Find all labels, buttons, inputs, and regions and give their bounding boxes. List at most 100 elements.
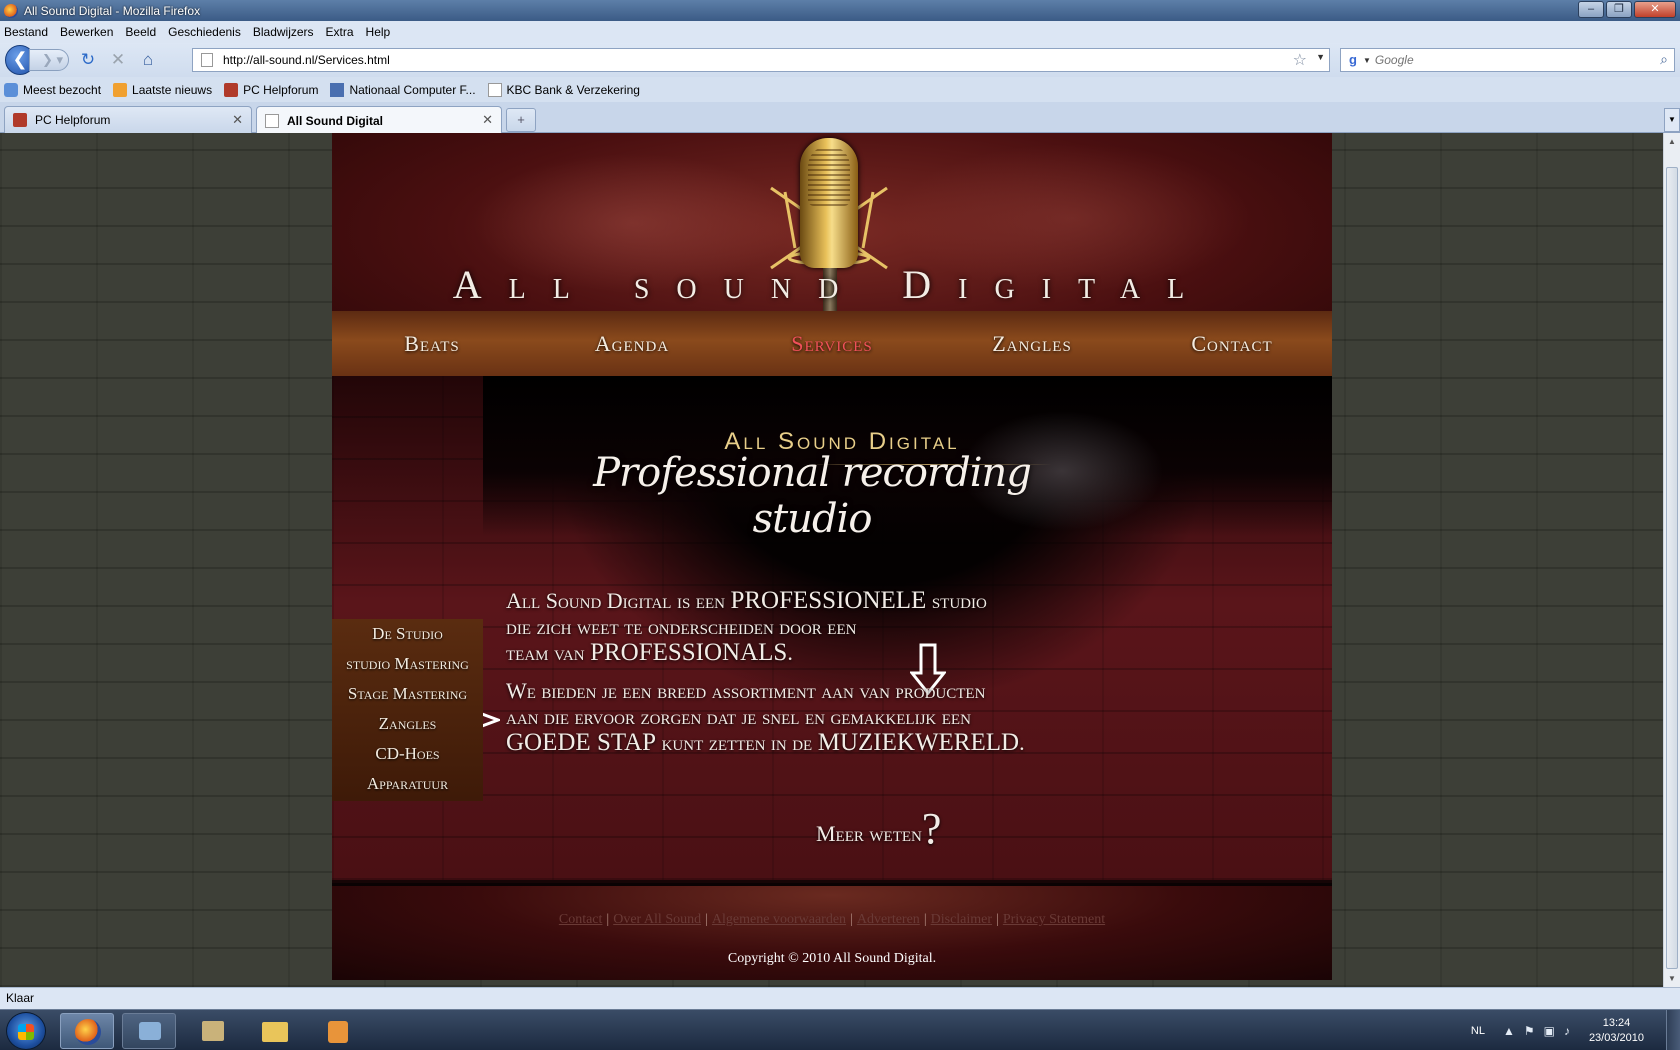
submenu-stage-mastering[interactable]: Stage Mastering: [332, 679, 483, 709]
text: studio: [931, 588, 987, 613]
clock-date: 23/03/2010: [1588, 1031, 1644, 1044]
separator: |: [996, 912, 999, 927]
stop-icon[interactable]: ✕: [107, 49, 129, 71]
submenu-cd-hoes[interactable]: CD-Hoes: [332, 739, 483, 769]
menu-geschiedenis[interactable]: Geschiedenis: [168, 25, 241, 39]
logo-script-text: Professional recording studio: [593, 450, 1032, 542]
flag-icon[interactable]: ⚑: [1524, 1024, 1535, 1038]
bookmark-star-icon[interactable]: ☆: [1293, 50, 1307, 70]
menu-bewerken[interactable]: Bewerken: [60, 25, 113, 39]
firefox-icon: [4, 3, 18, 18]
footer-link-contact[interactable]: Contact: [559, 912, 603, 927]
reload-icon[interactable]: ↻: [77, 49, 99, 71]
nav-agenda[interactable]: Agenda: [532, 311, 732, 376]
submenu-apparatuur[interactable]: Apparatuur: [332, 769, 483, 799]
tray-expand-icon[interactable]: ▲: [1503, 1024, 1515, 1038]
question-mark: ?: [921, 804, 942, 853]
taskbar-app-icon[interactable]: [186, 1013, 240, 1049]
language-indicator[interactable]: NL: [1471, 1025, 1485, 1037]
bookmark-meest-bezocht[interactable]: Meest bezocht: [4, 82, 102, 97]
bookmark-pc-helpforum[interactable]: PC Helpforum: [224, 82, 318, 97]
maximize-button[interactable]: ❐: [1606, 1, 1632, 18]
menu-bar: Bestand Bewerken Beeld Geschiedenis Blad…: [0, 21, 1680, 43]
footer-link-disclaimer[interactable]: Disclaimer: [931, 912, 992, 927]
taskbar-media-player-icon[interactable]: [310, 1013, 364, 1049]
bookmark-label: Laatste nieuws: [132, 82, 213, 97]
bookmark-label: Meest bezocht: [23, 82, 102, 97]
text-emphasis: PROFESSIONALS: [590, 639, 788, 666]
tab-pc-helpforum[interactable]: PC Helpforum ✕: [4, 106, 252, 133]
nav-beats[interactable]: Beats: [332, 311, 532, 376]
address-bar[interactable]: http://all-sound.nl/Services.html ☆ ▼: [192, 48, 1330, 72]
website: All sound Digital Beats Agenda Services …: [332, 133, 1332, 980]
url-text[interactable]: http://all-sound.nl/Services.html: [223, 53, 390, 67]
tab-list-icon[interactable]: ▼: [1664, 108, 1680, 132]
url-dropdown-icon[interactable]: ▼: [1316, 52, 1325, 62]
submenu-studio-mastering[interactable]: studio Mastering: [332, 649, 483, 679]
show-desktop-button[interactable]: [1666, 1010, 1680, 1050]
close-window-button[interactable]: ✕: [1634, 1, 1676, 18]
site-header: All sound Digital Beats Agenda Services …: [332, 133, 1332, 376]
rss-feed-icon: [113, 82, 128, 97]
submenu-zangles[interactable]: Zangles: [332, 709, 483, 739]
footer-link-privacy-statement[interactable]: Privacy Statement: [1003, 912, 1105, 927]
nav-contact[interactable]: Contact: [1132, 311, 1332, 376]
minimize-button[interactable]: –: [1578, 1, 1604, 18]
text: We bieden je een breed assortiment aan v…: [506, 678, 986, 703]
forward-button[interactable]: ❯ ▾: [29, 49, 69, 71]
status-bar: Klaar: [0, 987, 1680, 1009]
window-titlebar: All Sound Digital - Mozilla Firefox – ❐ …: [0, 0, 1680, 21]
bookmark-laatste-nieuws[interactable]: Laatste nieuws: [113, 82, 213, 97]
text: team van: [506, 640, 585, 665]
site-title: All sound Digital: [452, 262, 1212, 307]
search-input[interactable]: [1374, 53, 1645, 67]
taskbar-explorer-icon[interactable]: [248, 1013, 302, 1049]
menu-bladwijzers[interactable]: Bladwijzers: [253, 25, 314, 39]
search-icon[interactable]: ⌕: [1660, 51, 1668, 68]
scroll-up-icon[interactable]: ▲: [1664, 133, 1680, 150]
taskbar-network-icon[interactable]: [122, 1013, 176, 1049]
text: .: [787, 640, 793, 665]
pc-helpforum-icon: [13, 113, 27, 127]
separator: |: [850, 912, 853, 927]
home-icon[interactable]: ⌂: [137, 49, 159, 71]
volume-icon[interactable]: ♪: [1564, 1024, 1570, 1038]
search-bar[interactable]: g ▼ ⌕: [1340, 48, 1675, 72]
nav-services[interactable]: Services: [732, 311, 932, 376]
products-paragraph: We bieden je een breed assortiment aan v…: [506, 678, 1025, 756]
bookmark-kbc[interactable]: KBC Bank & Verzekering: [487, 82, 640, 97]
tab-all-sound-digital[interactable]: All Sound Digital ✕: [256, 106, 502, 134]
clock-time: 13:24: [1602, 1016, 1631, 1029]
text-emphasis: MUZIEKWERELD: [817, 729, 1020, 756]
text-emphasis: PROFESSIONELE: [730, 587, 927, 614]
start-button[interactable]: [6, 1012, 46, 1050]
close-tab-icon[interactable]: ✕: [232, 112, 243, 128]
scrollbar-thumb[interactable]: [1666, 167, 1678, 969]
submenu-de-studio[interactable]: De Studio: [332, 619, 483, 649]
tab-label: PC Helpforum: [35, 113, 111, 127]
bookmarks-toolbar: Meest bezocht Laatste nieuws PC Helpforu…: [0, 77, 1680, 102]
text: die zich weet te onderscheiden door een: [506, 614, 857, 639]
footer-link-over-all-sound[interactable]: Over All Sound: [613, 912, 701, 927]
nav-zangles[interactable]: Zangles: [932, 311, 1132, 376]
menu-bestand[interactable]: Bestand: [4, 25, 48, 39]
network-icon[interactable]: ▣: [1544, 1024, 1555, 1038]
new-tab-button[interactable]: +: [506, 108, 536, 132]
search-engine-dropdown-icon[interactable]: ▼: [1363, 56, 1371, 65]
main-content: All Sound Digital Professional recording…: [332, 376, 1332, 880]
google-icon[interactable]: g: [1345, 52, 1361, 68]
footer-link-algemene-voorwaarden[interactable]: Algemene voorwaarden: [712, 912, 846, 927]
chart-icon: [330, 82, 345, 97]
vertical-scrollbar[interactable]: ▲ ▼: [1663, 133, 1680, 987]
meer-weten-link[interactable]: Meer weten?: [816, 803, 941, 854]
scroll-down-icon[interactable]: ▼: [1664, 970, 1680, 987]
footer-link-adverteren[interactable]: Adverteren: [857, 912, 920, 927]
menu-help[interactable]: Help: [366, 25, 391, 39]
text: .: [1019, 730, 1025, 755]
menu-extra[interactable]: Extra: [326, 25, 354, 39]
bookmark-nationaal-computer[interactable]: Nationaal Computer F...: [330, 82, 476, 97]
menu-beeld[interactable]: Beeld: [125, 25, 156, 39]
taskbar-firefox-icon[interactable]: [60, 1013, 114, 1049]
clock[interactable]: 13:24 23/03/2010: [1589, 1016, 1644, 1046]
close-tab-icon[interactable]: ✕: [482, 112, 493, 128]
